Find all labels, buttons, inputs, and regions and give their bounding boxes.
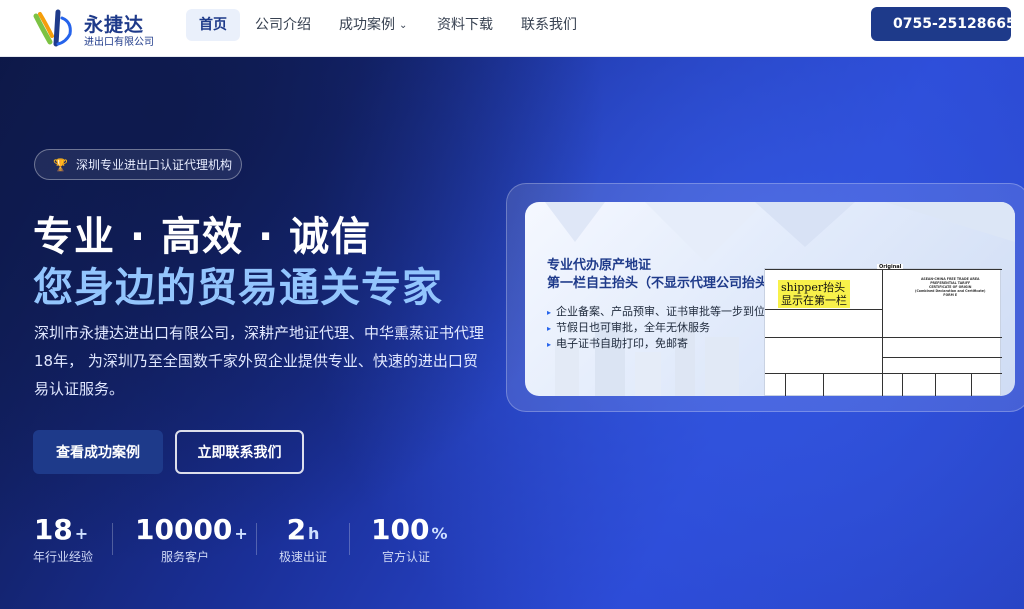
stat-divider <box>349 523 350 555</box>
nav-item-cases[interactable]: 成功案例 ⌄ <box>326 9 422 41</box>
doc-rule <box>823 373 824 396</box>
stat-divider <box>112 523 113 555</box>
doc-rule <box>765 309 883 310</box>
doc-rule <box>765 337 1002 338</box>
doc-rule <box>765 269 1002 270</box>
certificate-document-image: Original ASEAN-CHINA FREE TRADE AREA PRE… <box>764 264 1002 396</box>
main-nav: 首页 公司介绍 成功案例 ⌄ 资料下载 联系我们 <box>186 9 592 41</box>
stat-certified-suffix: % <box>431 524 448 543</box>
nav-item-contact[interactable]: 联系我们 <box>508 9 590 41</box>
nav-item-home[interactable]: 首页 <box>186 9 240 41</box>
phone-button[interactable]: 0755-25128665 <box>871 7 1016 41</box>
stat-clients: 10000 + 服务客户 <box>135 513 248 565</box>
doc-rule <box>971 373 972 396</box>
stat-speed-value: 2 <box>286 513 307 546</box>
stat-divider <box>256 523 257 555</box>
arrow-right-icon: ▸ <box>547 340 552 349</box>
chevron-down-icon: ⌄ <box>399 20 408 31</box>
hero-badge: 🏆 深圳专业进出口认证代理机构 <box>34 149 242 180</box>
doc-rule <box>785 373 786 396</box>
card-heading-2: 第一栏自主抬头（不显示代理公司抬头） <box>547 276 782 291</box>
arrow-right-icon: ▸ <box>547 324 552 333</box>
stat-years: 18 + 年行业经验 <box>33 513 94 565</box>
card-heading-1: 专业代办原产地证 <box>547 258 652 273</box>
doc-title: ASEAN-CHINA FREE TRADE AREA PREFERENTIAL… <box>915 277 986 297</box>
stat-years-value: 18 <box>33 513 73 546</box>
stat-certified-label: 官方认证 <box>381 550 430 564</box>
brand-logo[interactable]: 永捷达 进出口有限公司 <box>32 6 162 50</box>
card-feature-item: ▸ 电子证书自助打印，免邮寄 <box>547 337 689 350</box>
hero-title-line1: 专业 · 高效 · 诚信 <box>33 214 372 260</box>
doc-highlight-note: shipper抬头 显示在第一栏 <box>778 280 850 308</box>
stat-speed: 2h 极速出证 <box>278 513 328 565</box>
doc-rule <box>765 373 1002 374</box>
view-cases-button[interactable]: 查看成功案例 <box>33 430 163 474</box>
stat-certified: 100% 官方认证 <box>371 513 447 565</box>
brand-subtitle: 进出口有限公司 <box>84 37 154 48</box>
card-feature-item: ▸ 节假日也可审批，全年无休服务 <box>547 321 711 334</box>
doc-rule <box>882 269 883 396</box>
doc-rule <box>935 373 936 396</box>
phone-number: 0755-25128665 <box>893 16 1016 32</box>
nav-item-downloads[interactable]: 资料下载 <box>424 9 506 41</box>
hero-badge-text: 深圳专业进出口认证代理机构 <box>75 158 232 172</box>
stat-clients-suffix: + <box>234 524 248 543</box>
stat-speed-label: 极速出证 <box>278 550 327 564</box>
doc-rule <box>902 373 903 396</box>
stat-years-suffix: + <box>74 524 89 543</box>
contact-us-button[interactable]: 立即联系我们 <box>175 430 304 474</box>
arrow-right-icon: ▸ <box>547 308 552 317</box>
nav-item-cases-label: 成功案例 <box>339 17 395 33</box>
trophy-icon: 🏆 <box>53 157 68 172</box>
logo-mark-icon <box>33 9 72 47</box>
stat-speed-suffix: h <box>308 524 320 543</box>
hero-title-line2: 您身边的贸易通关专家 <box>33 265 443 311</box>
nav-item-about[interactable]: 公司介绍 <box>242 9 324 41</box>
stat-clients-label: 服务客户 <box>160 550 209 564</box>
card-feature-item: ▸ 企业备案、产品预审、证书审批等一步到位 <box>547 305 766 318</box>
stat-clients-value: 10000 <box>135 513 233 546</box>
top-header: 永捷达 进出口有限公司 首页 公司介绍 成功案例 ⌄ 资料下载 联系我们 0755… <box>0 0 1024 57</box>
stat-years-label: 年行业经验 <box>33 550 94 564</box>
card-feature-list: ▸ 企业备案、产品预审、证书审批等一步到位 ▸ 节假日也可审批，全年无休服务 ▸ 电子… <box>547 304 765 352</box>
feature-card: 专业代办原产地证 第一栏自主抬头（不显示代理公司抬头） ▸ 企业备案、产品预审、证… <box>525 202 1015 396</box>
stat-certified-value: 100 <box>371 513 430 546</box>
doc-rule <box>883 357 1002 358</box>
hero-description: 深圳市永捷达进出口有限公司，深耕产地证代理、中华熏蒸证书代理18年， 为深圳乃至… <box>34 324 485 398</box>
